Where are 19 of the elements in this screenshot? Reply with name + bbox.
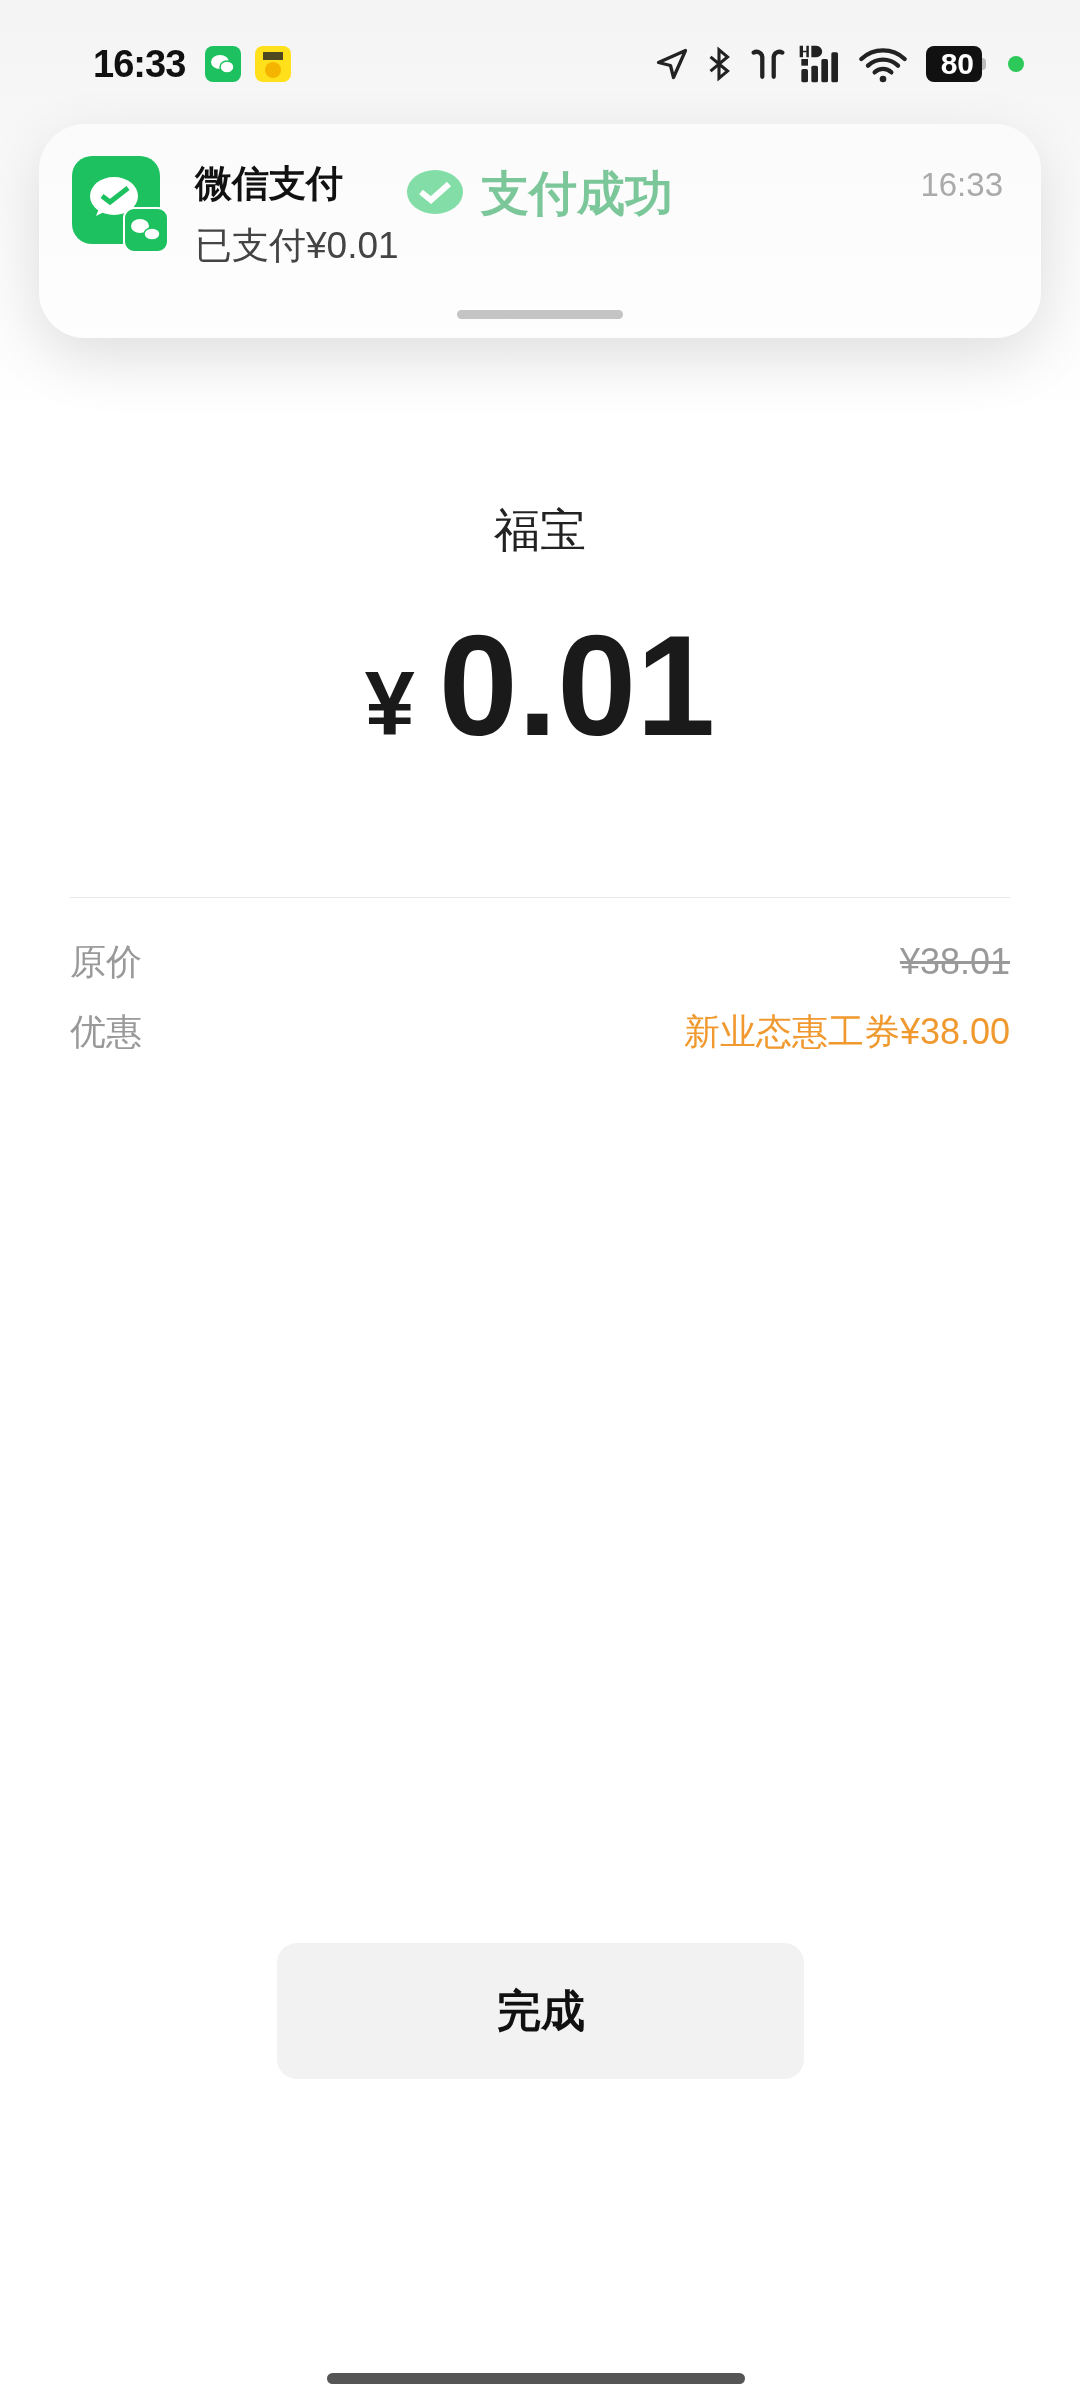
chat-app-icon [205,46,242,82]
detail-label: 优惠 [70,1010,142,1054]
payment-amount: 0.01 [438,615,716,757]
location-icon [654,46,690,82]
notification-message: 已支付¥0.01 [195,224,399,268]
notification-time: 16:33 [920,165,1003,205]
page-title: 支付成功 [481,166,673,222]
notification-title: 微信支付 [195,162,343,206]
battery-indicator: 80 [926,46,986,82]
detail-label: 原价 [70,940,142,984]
original-price: ¥38.01 [899,940,1010,984]
payment-app-icon [72,156,168,254]
currency-symbol: ¥ [364,659,415,749]
status-time: 16:33 [93,41,186,87]
done-button[interactable]: 完成 [277,1943,804,2079]
merchant-name: 福宝 [494,503,586,558]
drag-handle[interactable] [457,310,623,319]
home-indicator[interactable] [327,2373,745,2384]
discount-value: 新业态惠工券¥38.00 [683,1010,1010,1054]
